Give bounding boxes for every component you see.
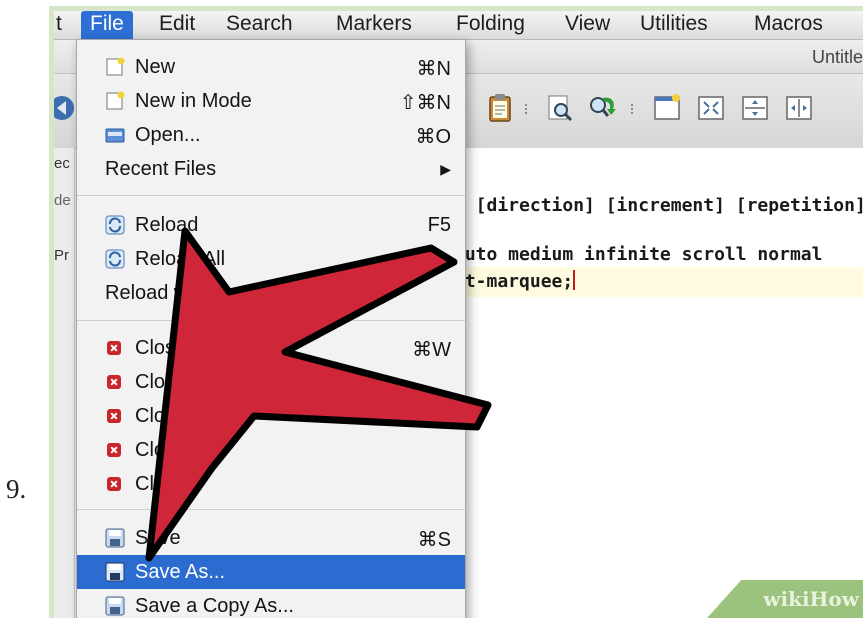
pointer-arrow-annotation bbox=[145, 227, 492, 562]
app-window: t File Edit Search Markers Folding View … bbox=[54, 11, 863, 618]
screenshot-frame: t File Edit Search Markers Folding View … bbox=[49, 6, 863, 618]
step-number: 9. bbox=[6, 474, 27, 504]
watermark-text: wikiHow bbox=[763, 587, 859, 611]
